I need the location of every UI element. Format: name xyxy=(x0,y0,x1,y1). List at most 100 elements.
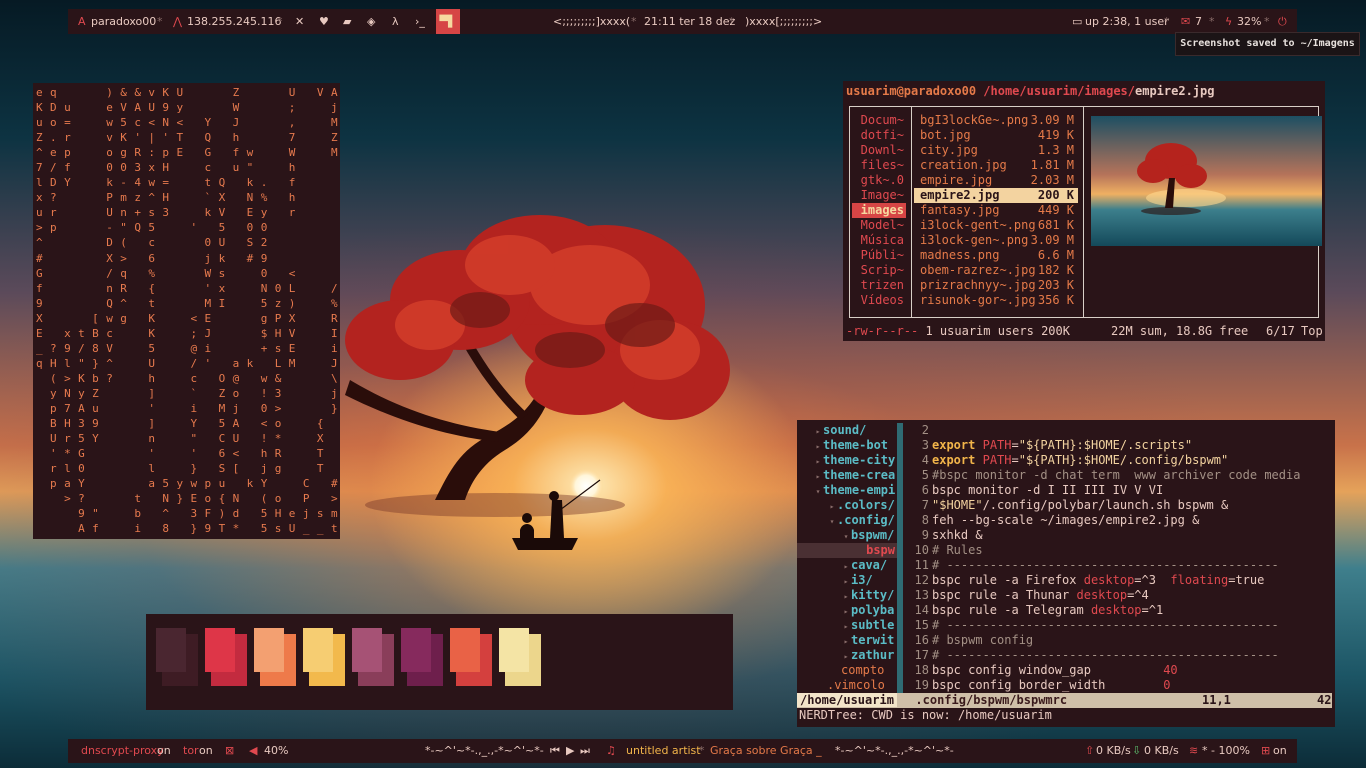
parent-dir-item[interactable]: Model~ xyxy=(852,218,906,233)
file-list-item[interactable]: i3lock-gen~.png 3.09 M xyxy=(914,233,1078,248)
separator: * xyxy=(631,15,637,28)
power-icon[interactable]: ⏻ xyxy=(1278,9,1287,34)
nerdtree-item-label: bspw xyxy=(866,543,895,557)
tor-state[interactable]: on xyxy=(199,739,213,763)
monitor-icon: ▭ xyxy=(1072,15,1083,28)
file-list-item[interactable]: empire.jpg 2.03 M xyxy=(914,173,1078,188)
parent-dir-item[interactable]: Scrip~ xyxy=(852,263,906,278)
palette-swatch xyxy=(156,628,198,686)
nerdtree-item[interactable]: ▸ subtle xyxy=(797,618,897,633)
file-name: bgI3lockGe~.png xyxy=(920,113,1029,127)
collapsed-arrow-icon: ▸ xyxy=(843,652,849,661)
nerdtree-panel[interactable]: ▸ sound/▸ theme-bot ▸ theme-city ▸ theme-crea ▾… xyxy=(797,423,897,693)
separator: * xyxy=(277,15,283,28)
code-token: # Rules xyxy=(932,543,983,557)
code-line: 15 # ------------------------------------… xyxy=(907,618,1335,633)
file-name: bot.jpg xyxy=(920,128,971,142)
file-list-item[interactable]: madness.png 6.6 M xyxy=(914,248,1078,263)
nerdtree-item[interactable]: ▸ cava/ xyxy=(797,558,897,573)
file-size: 419 K xyxy=(1037,128,1074,142)
next-track-icon[interactable]: ⏭ xyxy=(580,739,590,763)
nerdtree-item[interactable]: ▾ .config/ xyxy=(797,513,897,528)
file-list-item[interactable]: fantasy.jpg 449 K xyxy=(914,203,1078,218)
workspace-active[interactable]: ▀▌ xyxy=(436,9,460,34)
nerdtree-item[interactable]: ▸ sound/ xyxy=(797,423,897,438)
current-file: empire2.jpg xyxy=(1135,84,1215,98)
status-cwd: /home/usuarim xyxy=(797,693,897,707)
code-token: desktop xyxy=(1076,588,1128,602)
file-size: 681 K xyxy=(1037,218,1074,232)
clock-deco-right: )xxxx[;;;;;;;;;> xyxy=(745,15,823,28)
nerdtree-item-label: kitty/ xyxy=(851,588,895,602)
palette-swatch-shade xyxy=(401,628,431,672)
nerdtree-item[interactable]: ▸ theme-city xyxy=(797,453,897,468)
vpn-icon[interactable]: ⊞ xyxy=(1261,739,1270,763)
parent-dir-item[interactable]: trizen xyxy=(852,278,906,293)
code-line: 8 feh --bg-scale ~/images/empire2.jpg & xyxy=(907,513,1335,528)
workspace-folder-icon[interactable]: ▰ xyxy=(343,9,351,34)
file-list-item[interactable]: prizrachnyy~.jpg 203 K xyxy=(914,278,1078,293)
nerdtree-item[interactable]: .vimcolo xyxy=(797,678,897,693)
workspace-x-icon[interactable]: ✕ xyxy=(295,9,304,34)
parent-dir-item[interactable]: Downl~ xyxy=(852,143,906,158)
nerdtree-item[interactable]: ▾ theme-empi xyxy=(797,483,897,498)
prev-track-icon[interactable]: ⏮ xyxy=(550,739,560,763)
parent-dir-item[interactable]: Vídeos xyxy=(852,293,906,308)
vertical-split xyxy=(897,423,903,693)
status-file: .config/bspwm/bspwmrc xyxy=(915,693,1068,707)
parent-dir-item[interactable]: Docum~ xyxy=(852,113,906,128)
workspace-terminal-icon[interactable]: ›_ xyxy=(415,9,425,34)
file-list-item[interactable]: obem-razrez~.jpg 182 K xyxy=(914,263,1078,278)
wifi-icon[interactable]: ≋ xyxy=(1189,739,1198,763)
parent-dir-item[interactable]: Música xyxy=(852,233,906,248)
parent-dir-item[interactable]: Image~ xyxy=(852,188,906,203)
code-line: 2 xyxy=(907,423,1335,438)
code-token: # --------------------------------------… xyxy=(932,648,1279,662)
file-list-item[interactable]: city.jpg 1.3 M xyxy=(914,143,1078,158)
line-number: 2 xyxy=(921,423,929,437)
ranger-file-manager[interactable]: usuarim@paradoxo00 /home/usuarim/images/… xyxy=(843,81,1325,341)
volume-level: 40% xyxy=(264,744,289,757)
nerdtree-item[interactable]: ▾ bspwm/ xyxy=(797,528,897,543)
parent-dir-item[interactable]: gtk~.0 xyxy=(852,173,906,188)
code-line: 12 bspc rule -a Firefox desktop=^3 floati… xyxy=(907,573,1335,588)
file-list-item[interactable]: bot.jpg 419 K xyxy=(914,128,1078,143)
file-name: city.jpg xyxy=(920,143,978,157)
parent-dir-item[interactable]: dotfi~ xyxy=(852,128,906,143)
workspace-lambda-icon[interactable]: λ xyxy=(392,9,399,34)
palette-swatch xyxy=(401,628,443,686)
file-list-item[interactable]: creation.jpg 1.81 M xyxy=(914,158,1078,173)
dnscrypt-state[interactable]: on xyxy=(157,739,171,763)
nerdtree-item[interactable]: ▸ theme-bot xyxy=(797,438,897,453)
file-list-item[interactable]: risunok-gor~.jpg 356 K xyxy=(914,293,1078,308)
parent-dir-item[interactable]: Públi~ xyxy=(852,248,906,263)
vim-editor-window[interactable]: ▸ sound/▸ theme-bot ▸ theme-city ▸ theme-crea ▾… xyxy=(797,420,1335,727)
parent-dir-item[interactable]: files~ xyxy=(852,158,906,173)
ranger-status-line: -rw-r--r-- 1 usuarim users 200K 22M sum,… xyxy=(846,323,1323,339)
palette-swatch-shade xyxy=(450,628,480,672)
nerdtree-item[interactable]: ▸ kitty/ xyxy=(797,588,897,603)
workspace-fox-icon[interactable]: ◈ xyxy=(367,9,375,34)
nerdtree-item[interactable]: ▸ theme-crea xyxy=(797,468,897,483)
code-line: 7 "$HOME"/.config/polybar/launch.sh bspwm… xyxy=(907,498,1335,513)
file-list-item[interactable]: empire2.jpg 200 K xyxy=(914,188,1078,203)
volume-icon[interactable]: ◀ xyxy=(249,739,257,763)
nerdtree-item[interactable]: ▸ zathur xyxy=(797,648,897,663)
play-icon[interactable]: ▶ xyxy=(566,739,574,763)
workspace-heart-icon[interactable]: ♥ xyxy=(319,9,329,34)
file-list-item[interactable]: bgI3lockGe~.png 3.09 M xyxy=(914,113,1078,128)
nerdtree-item[interactable]: ▸ terwit xyxy=(797,633,897,648)
code-buffer[interactable]: 2 3 export PATH="${PATH}:$HOME/.scripts" 4 e… xyxy=(907,423,1335,693)
nerdtree-item[interactable]: compto xyxy=(797,663,897,678)
collapsed-arrow-icon: ▸ xyxy=(815,457,821,466)
code-token: bspc config window_gap xyxy=(932,663,1164,677)
file-list: bgI3lockGe~.png 3.09 Mbot.jpg 419 Kcity.jp… xyxy=(914,113,1078,308)
parent-dir-item[interactable]: images xyxy=(852,203,906,218)
nerdtree-item[interactable]: ▸ i3/ xyxy=(797,573,897,588)
collapsed-arrow-icon: ▸ xyxy=(843,637,849,646)
file-list-item[interactable]: i3lock-gent~.png 681 K xyxy=(914,218,1078,233)
nerdtree-item[interactable]: bspw xyxy=(797,543,897,558)
nerdtree-item[interactable]: ▸ polyba xyxy=(797,603,897,618)
nerdtree-item[interactable]: ▸ .colors/ xyxy=(797,498,897,513)
matrix-terminal-window[interactable]: e q ) & & v K U Z U V A a K D u e V A U … xyxy=(33,83,340,539)
